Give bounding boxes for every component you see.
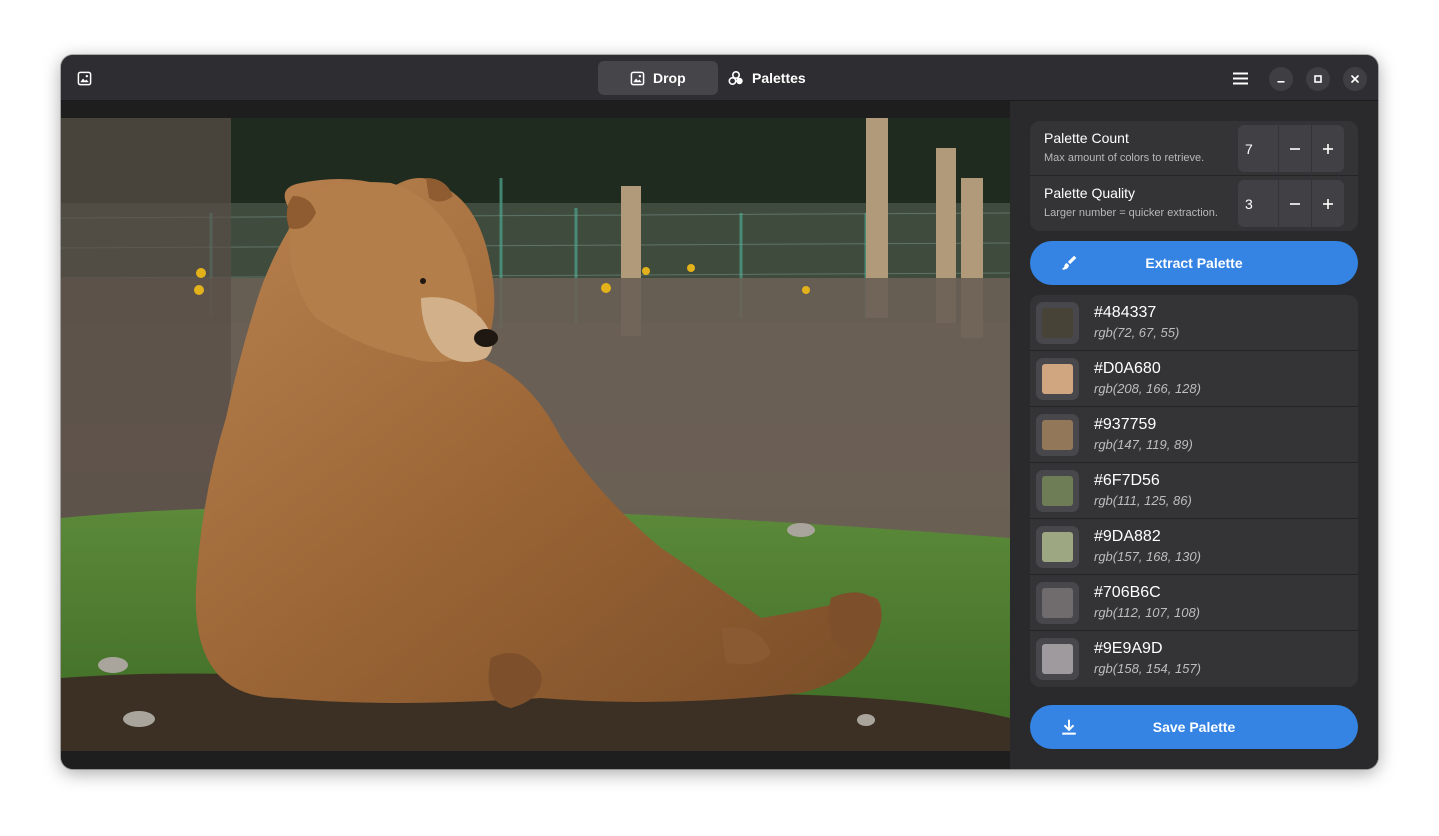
color-rgb: rgb(112, 107, 108) <box>1094 605 1200 620</box>
hamburger-icon <box>1232 72 1248 84</box>
palette-count-title: Palette Count <box>1044 130 1129 146</box>
brush-icon <box>1062 255 1077 270</box>
color-hex: #706B6C <box>1094 584 1161 601</box>
palette-quality-row: Palette Quality Larger number = quicker … <box>1030 176 1358 231</box>
content-area: Palette Count Max amount of colors to re… <box>61 101 1378 769</box>
palette-row[interactable]: #6F7D56 rgb(111, 125, 86) <box>1030 463 1358 519</box>
save-palette-label: Save Palette <box>1152 719 1236 735</box>
color-swatch-fill <box>1042 644 1073 674</box>
color-swatch-fill <box>1042 308 1073 338</box>
palette-row[interactable]: #9DA882 rgb(157, 168, 130) <box>1030 519 1358 575</box>
color-rgb: rgb(111, 125, 86) <box>1094 493 1192 508</box>
close-icon <box>1351 75 1359 83</box>
palettes-icon <box>728 70 743 86</box>
drop-image[interactable] <box>61 118 1010 751</box>
maximize-icon <box>1314 75 1322 83</box>
color-hex: #D0A680 <box>1094 360 1161 377</box>
color-rgb: rgb(147, 119, 89) <box>1094 437 1193 452</box>
plus-icon <box>1323 198 1333 209</box>
bear-photo <box>61 118 1010 751</box>
minus-icon <box>1290 147 1300 150</box>
color-hex: #6F7D56 <box>1094 472 1160 489</box>
color-rgb: rgb(208, 166, 128) <box>1094 381 1201 396</box>
palette-row[interactable]: #9E9A9D rgb(158, 154, 157) <box>1030 631 1358 687</box>
tab-palettes-label: Palettes <box>752 70 806 86</box>
main-menu-button[interactable] <box>1229 67 1251 89</box>
view-switcher: Drop Palettes <box>598 61 826 95</box>
palette-list: #484337 rgb(72, 67, 55) #D0A680 rgb(208, 16… <box>1030 295 1358 687</box>
maximize-button[interactable] <box>1306 67 1330 91</box>
extract-palette-button[interactable]: Extract Palette <box>1030 241 1358 285</box>
palette-count-subtitle: Max amount of colors to retrieve. <box>1044 152 1205 164</box>
palette-quality-title: Palette Quality <box>1044 185 1136 201</box>
tab-drop[interactable]: Drop <box>598 61 718 95</box>
sidebar: Palette Count Max amount of colors to re… <box>1010 101 1378 769</box>
minimize-button[interactable] <box>1269 67 1293 91</box>
minimize-icon <box>1277 81 1285 83</box>
palette-count-stepper: 7 <box>1238 125 1344 172</box>
color-swatch <box>1036 358 1079 400</box>
tab-palettes[interactable]: Palettes <box>722 61 826 95</box>
color-swatch <box>1036 302 1079 344</box>
tab-drop-label: Drop <box>653 70 686 86</box>
color-rgb: rgb(72, 67, 55) <box>1094 325 1180 340</box>
header-bar: Drop Palettes <box>61 55 1378 101</box>
palette-quality-subtitle: Larger number = quicker extraction. <box>1044 207 1218 219</box>
palette-count-value[interactable]: 7 <box>1238 125 1278 172</box>
close-button[interactable] <box>1343 67 1367 91</box>
color-swatch-fill <box>1042 420 1073 450</box>
palette-quality-decrement[interactable] <box>1278 180 1311 227</box>
app-window: Drop Palettes Palette Count Max amount o… <box>61 55 1378 769</box>
color-swatch-fill <box>1042 476 1073 506</box>
palette-quality-increment[interactable] <box>1311 180 1344 227</box>
color-rgb: rgb(158, 154, 157) <box>1094 661 1201 676</box>
color-hex: #937759 <box>1094 416 1157 433</box>
palette-quality-value[interactable]: 3 <box>1238 180 1278 227</box>
palette-count-row: Palette Count Max amount of colors to re… <box>1030 121 1358 176</box>
open-image-icon[interactable] <box>75 69 93 87</box>
color-hex: #484337 <box>1094 304 1157 321</box>
palette-count-decrement[interactable] <box>1278 125 1311 172</box>
palette-row[interactable]: #D0A680 rgb(208, 166, 128) <box>1030 351 1358 407</box>
color-swatch <box>1036 414 1079 456</box>
color-swatch <box>1036 526 1079 568</box>
save-palette-button[interactable]: Save Palette <box>1030 705 1358 749</box>
color-swatch <box>1036 638 1079 680</box>
download-icon <box>1062 719 1076 735</box>
palette-count-increment[interactable] <box>1311 125 1344 172</box>
color-swatch-fill <box>1042 588 1073 618</box>
palette-row[interactable]: #484337 rgb(72, 67, 55) <box>1030 295 1358 351</box>
color-hex: #9E9A9D <box>1094 640 1163 657</box>
minus-icon <box>1290 202 1300 205</box>
palette-row[interactable]: #937759 rgb(147, 119, 89) <box>1030 407 1358 463</box>
extract-palette-label: Extract Palette <box>1145 255 1243 271</box>
color-swatch-fill <box>1042 364 1073 394</box>
image-icon <box>630 71 645 85</box>
color-hex: #9DA882 <box>1094 528 1161 545</box>
color-rgb: rgb(157, 168, 130) <box>1094 549 1201 564</box>
plus-icon <box>1323 143 1333 154</box>
color-swatch <box>1036 582 1079 624</box>
settings-card: Palette Count Max amount of colors to re… <box>1030 121 1358 231</box>
color-swatch <box>1036 470 1079 512</box>
color-swatch-fill <box>1042 532 1073 562</box>
palette-quality-stepper: 3 <box>1238 180 1344 227</box>
palette-row[interactable]: #706B6C rgb(112, 107, 108) <box>1030 575 1358 631</box>
